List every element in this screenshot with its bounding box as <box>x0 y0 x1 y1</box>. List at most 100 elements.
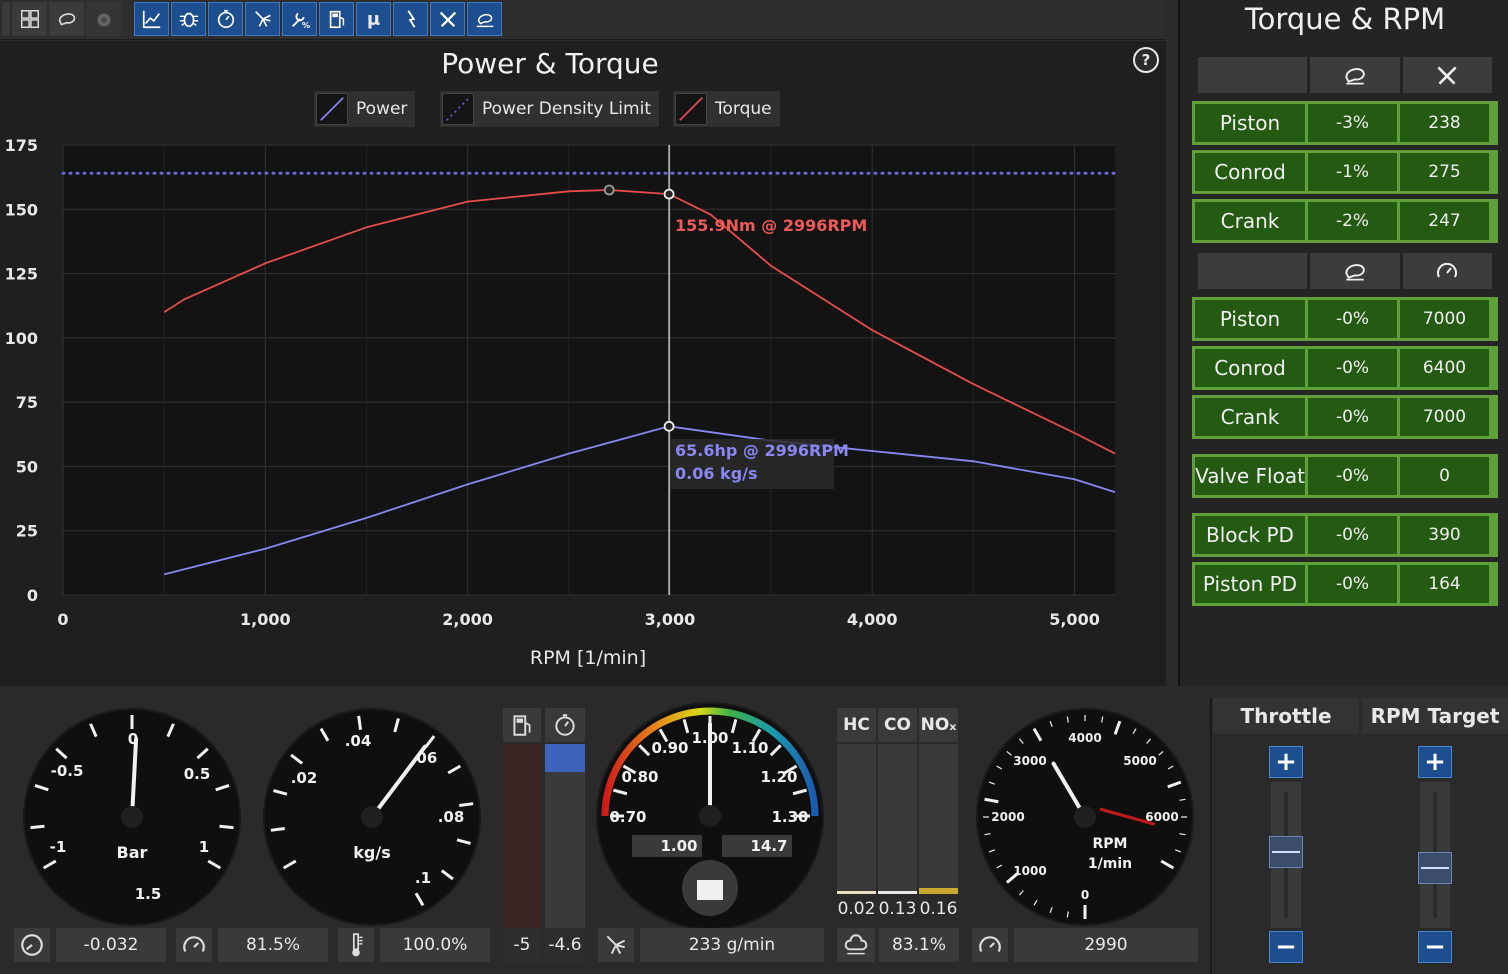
injector-icon-box <box>598 928 634 962</box>
flow-tick <box>270 826 285 832</box>
rpm-scale-label: 4000 <box>1068 731 1101 745</box>
fuel-flow-value: 233 g/min <box>640 928 824 962</box>
y-tick-label: 150 <box>5 200 38 219</box>
afr-readout: 14.7 <box>750 837 787 855</box>
throttle-track[interactable] <box>1269 782 1303 928</box>
fuel-pump-button[interactable] <box>319 2 354 36</box>
flow-readout: 0.06 kg/s <box>675 464 758 483</box>
power-torque-chart[interactable]: 0 1,000 2,000 3,000 4,000 5,000 0 25 50 75 100 125 1… <box>0 41 1166 686</box>
bearing-button[interactable] <box>467 2 502 36</box>
x-tick-label: 4,000 <box>847 610 898 629</box>
emissions-pct-value: 83.1% <box>879 928 959 962</box>
bug-icon <box>179 12 198 28</box>
turbo-icon <box>58 13 75 26</box>
power-readout: 65.6hp @ 2996RPM <box>675 441 849 460</box>
fuel-left-bar <box>503 744 541 928</box>
header-blank <box>1198 57 1308 93</box>
rpm-scale-label: 1000 <box>1013 864 1046 878</box>
toolbar: % μ <box>0 0 1166 40</box>
boost-needle-hub <box>121 806 143 828</box>
y-tick-label: 100 <box>5 329 38 348</box>
rpm-scale-label: 3000 <box>1013 754 1046 768</box>
emission-nox-bar <box>919 744 958 894</box>
limit-name: Valve Float <box>1195 457 1305 495</box>
tachometer-icon <box>979 936 1001 952</box>
throttle-increase-button[interactable]: + <box>1269 746 1303 778</box>
friction-button[interactable]: μ <box>356 2 391 36</box>
bug-button[interactable] <box>171 2 206 36</box>
turbine-button[interactable] <box>86 2 121 36</box>
rpm-unit: RPM <box>1093 836 1128 852</box>
limit-name: Crank <box>1195 202 1305 240</box>
chart-button[interactable] <box>134 2 169 36</box>
torque-rpm-panel: Torque & RPM Piston -3% 238 Conrod -1% 275 Cra… <box>1178 0 1508 686</box>
turbo-button[interactable] <box>49 2 84 36</box>
limit-percent: -3% <box>1308 104 1397 142</box>
throttle-handle[interactable] <box>1269 836 1303 868</box>
tools-button[interactable] <box>430 2 465 36</box>
torque-header <box>1198 57 1492 93</box>
rpm-target-handle[interactable] <box>1418 851 1452 884</box>
limit-row: Piston -0% 7000 <box>1192 297 1498 341</box>
plot-area <box>63 145 1115 595</box>
injector-button[interactable] <box>245 2 280 36</box>
lambda-scale-label: 0.70 <box>609 808 646 826</box>
limit-value: 238 <box>1400 104 1489 142</box>
limit-name: Crank <box>1195 398 1305 436</box>
injector-icon <box>254 11 271 27</box>
boost-scale-label: -0.5 <box>51 762 84 780</box>
emission-co-header: CO <box>878 708 917 742</box>
limit-value: 6400 <box>1400 349 1489 387</box>
x-tick-label: 3,000 <box>645 610 696 629</box>
limit-percent: -2% <box>1308 202 1397 240</box>
limit-value: 247 <box>1400 202 1489 240</box>
rpm-target-increase-button[interactable]: + <box>1418 746 1452 778</box>
toolbar-group-main: % μ <box>132 2 504 38</box>
turbine-icon <box>97 13 110 27</box>
limit-value: 0 <box>1400 457 1489 495</box>
flow-needle-hub <box>361 806 383 828</box>
lambda-needle-hub <box>699 805 721 827</box>
limit-name: Piston <box>1195 300 1305 338</box>
emission-nox-header: NOₓ <box>919 708 958 742</box>
engine-layout-button[interactable] <box>12 2 47 36</box>
rpm-header <box>1198 253 1492 289</box>
lambda-scale-label: 1.30 <box>771 808 808 826</box>
piston-icon <box>697 880 723 900</box>
x-tick-label: 0 <box>57 610 68 629</box>
emission-nox-value: 0.16 <box>919 899 958 919</box>
rpm-target-track[interactable] <box>1418 782 1452 928</box>
throttle-decrease-button[interactable]: − <box>1269 931 1303 963</box>
flow-scale-label: .1 <box>415 869 431 887</box>
wrench-percent-button[interactable]: % <box>282 2 317 36</box>
cloud-icon <box>844 934 868 955</box>
y-tick-label: 175 <box>5 136 38 155</box>
limit-row: Block PD -0% 390 <box>1192 513 1498 557</box>
limit-row: Piston -3% 238 <box>1192 101 1498 145</box>
injector-icon <box>606 935 626 955</box>
flow-tick <box>459 802 474 808</box>
thermometer-icon <box>352 933 363 957</box>
rpm-target-title: RPM Target <box>1362 698 1508 734</box>
lightning-button[interactable] <box>393 2 428 36</box>
rpm-scale-label: 2000 <box>991 810 1024 824</box>
boost-scale-label: 1 <box>199 838 209 856</box>
limit-percent: -0% <box>1308 398 1397 436</box>
limit-value: 275 <box>1400 153 1489 191</box>
flow-scale-label: .08 <box>438 808 465 826</box>
fuel-pump-icon <box>513 715 531 736</box>
flow-unit: kg/s <box>353 843 390 862</box>
panel-title: Torque & RPM <box>1244 2 1446 36</box>
power-torque-panel: Power & Torque ? Power Power Density Lim… <box>0 41 1166 686</box>
wrench-percent-icon: % <box>291 12 310 30</box>
data-marker <box>663 188 675 200</box>
fuel-pump-icon-box <box>503 708 541 742</box>
rpm-target-decrease-button[interactable]: − <box>1418 931 1452 963</box>
x-axis-label: RPM [1/min] <box>530 647 646 669</box>
limit-row: Piston PD -0% 164 <box>1192 562 1498 606</box>
toolbar-group-left <box>0 2 123 38</box>
limit-value: 7000 <box>1400 300 1489 338</box>
stopwatch-icon <box>217 9 234 29</box>
stopwatch-button[interactable] <box>208 2 243 36</box>
boost-tick <box>219 824 234 830</box>
